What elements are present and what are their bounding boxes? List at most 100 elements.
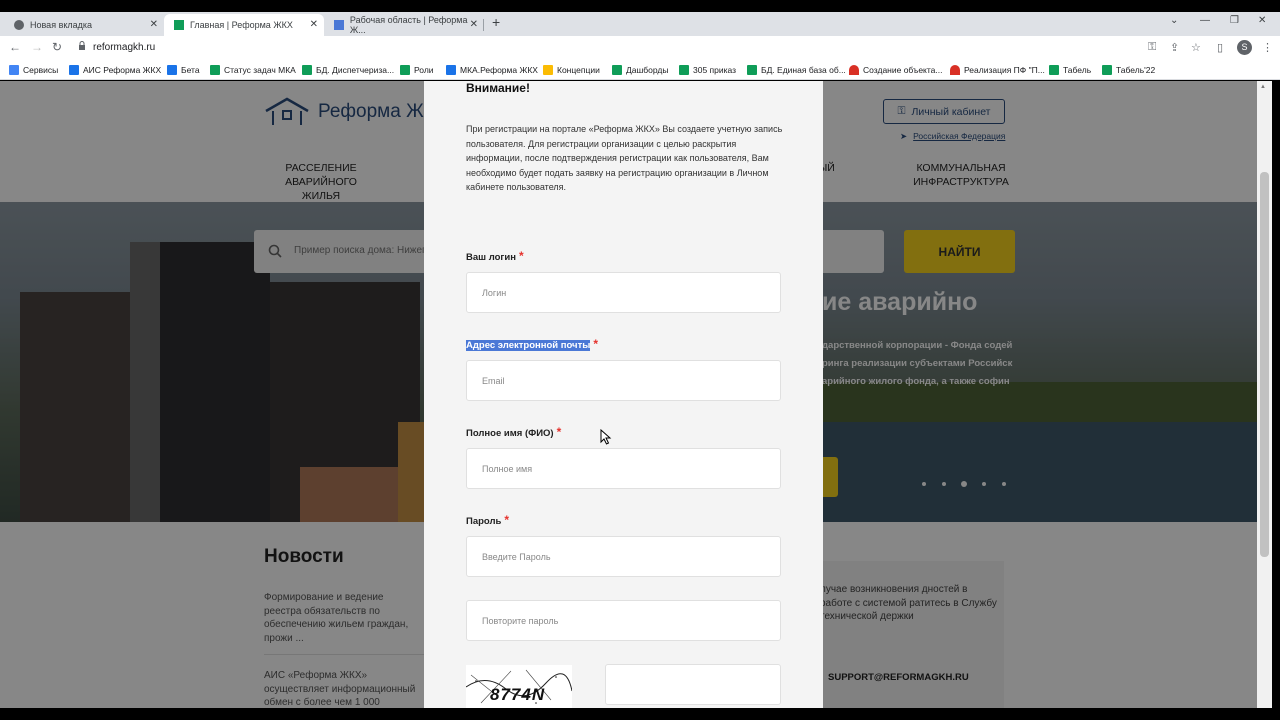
browser-tab-bar: Новая вкладка ✕ Главная | Реформа ЖКХ ✕ …: [0, 12, 1280, 36]
bookmark-item[interactable]: АИС Реформа ЖКХ: [69, 63, 161, 77]
password-label-text: Пароль: [466, 516, 502, 527]
bookmark-label: Создание объекта...: [863, 65, 943, 75]
browser-toolbar: ← → ↻ reformagkh.ru ⚿ ⇪ ☆ ▯ S ⋮: [0, 36, 1280, 60]
sheets-icon: [400, 65, 410, 75]
bookmark-label: БД. Диспетчериза...: [316, 65, 395, 75]
modal-note: При регистрации на портале «Реформа ЖКХ»…: [466, 124, 783, 192]
registration-modal: Внимание! При регистрации на портале «Ре…: [424, 81, 823, 708]
bookmark-label: Бета: [181, 65, 200, 75]
sheets-icon: [1049, 65, 1059, 75]
fullname-field[interactable]: Полное имя: [466, 448, 781, 489]
forward-icon[interactable]: →: [31, 40, 43, 54]
bookmark-item[interactable]: Сервисы: [9, 63, 58, 77]
avatar[interactable]: S: [1237, 40, 1252, 55]
bookmark-label: Дашборды: [626, 65, 669, 75]
bookmark-item[interactable]: Табель: [1049, 63, 1091, 77]
arc-icon: [950, 65, 960, 75]
bookmark-label: Концепции: [557, 65, 600, 75]
scrollbar-thumb[interactable]: [1260, 172, 1269, 557]
email-label-text: Адрес электронной почты: [466, 340, 591, 351]
tab-new[interactable]: Новая вкладка ✕: [4, 14, 164, 36]
bookmarks-bar: Сервисы АИС Реформа ЖКХ Бета Статус зада…: [0, 60, 1280, 80]
bookmark-label: 305 приказ: [693, 65, 737, 75]
password-placeholder: Введите Пароль: [482, 551, 551, 562]
sidepanel-icon[interactable]: ▯: [1217, 41, 1223, 54]
tab-workspace[interactable]: Рабочая область | Реформа Ж... ✕: [324, 14, 484, 36]
grid-icon: [334, 20, 344, 30]
required-mark: *: [556, 425, 562, 439]
grid-icon: [446, 65, 456, 75]
bookmark-label: Роли: [414, 65, 434, 75]
bookmark-label: Статус задач МКА: [224, 65, 296, 75]
bookmark-label: Сервисы: [23, 65, 59, 75]
email-placeholder: Email: [482, 375, 505, 386]
apps-grid-icon: [9, 65, 19, 75]
bookmark-item[interactable]: Реализация ПФ "П...: [950, 63, 1045, 77]
fullname-label-text: Полное имя (ФИО): [466, 428, 554, 439]
close-icon[interactable]: ✕: [310, 19, 318, 30]
sheets-icon: [747, 65, 757, 75]
bookmark-item[interactable]: Бета: [167, 63, 200, 77]
bookmark-item[interactable]: Табель'22: [1102, 63, 1155, 77]
bookmark-item[interactable]: Дашборды: [612, 63, 669, 77]
reload-icon[interactable]: ↻: [52, 40, 62, 54]
bookmark-item[interactable]: Создание объекта...: [849, 63, 942, 77]
login-label-text: Ваш логин: [466, 252, 516, 263]
password-field[interactable]: Введите Пароль: [466, 536, 781, 577]
captcha-image: 8774N: [466, 665, 572, 708]
address-bar[interactable]: reformagkh.ru: [93, 42, 155, 53]
tab-label: Новая вкладка: [30, 20, 93, 30]
fullname-label: Полное имя (ФИО) *: [466, 425, 561, 439]
screen: Новая вкладка ✕ Главная | Реформа ЖКХ ✕ …: [0, 0, 1280, 720]
bookmark-item[interactable]: Роли: [400, 63, 434, 77]
bookmark-item[interactable]: Статус задач МКА: [210, 63, 296, 77]
minimize-icon[interactable]: —: [1200, 15, 1210, 26]
bookmark-item[interactable]: МКА.Реформа ЖКХ: [446, 63, 538, 77]
bookmark-label: БД. Единая база об...: [761, 65, 846, 75]
sheets-icon: [1102, 65, 1112, 75]
arc-icon: [849, 65, 859, 75]
login-placeholder: Логин: [482, 287, 507, 298]
back-icon[interactable]: ←: [9, 40, 21, 54]
sheets-icon: [210, 65, 220, 75]
email-label: Адрес электронной почты *: [466, 337, 598, 351]
captcha-input[interactable]: [605, 664, 781, 705]
sheets-icon: [302, 65, 312, 75]
close-icon[interactable]: ✕: [150, 19, 158, 30]
key-icon[interactable]: ⚿: [1148, 41, 1156, 54]
email-field[interactable]: Email: [466, 360, 781, 401]
bookmark-label: АИС Реформа ЖКХ: [83, 65, 162, 75]
share-icon[interactable]: ⇪: [1170, 41, 1179, 54]
drive-icon: [543, 65, 553, 75]
password-repeat-field[interactable]: Повторите пароль: [466, 600, 781, 641]
tab-label: Рабочая область | Реформа Ж...: [349, 15, 468, 35]
bookmark-item[interactable]: БД. Диспетчериза...: [302, 63, 394, 77]
star-icon[interactable]: ☆: [1191, 41, 1201, 54]
grid-icon: [69, 65, 79, 75]
restore-icon[interactable]: ❐: [1230, 15, 1239, 26]
fullname-placeholder: Полное имя: [482, 463, 533, 474]
password-label: Пароль *: [466, 513, 509, 527]
bookmark-label: МКА.Реформа ЖКХ: [460, 65, 538, 75]
tab-separator: [483, 19, 484, 31]
scroll-up-icon[interactable]: ▲: [1260, 84, 1266, 90]
new-tab-icon[interactable]: +: [492, 14, 500, 30]
password-repeat-placeholder: Повторите пароль: [482, 615, 559, 626]
close-icon[interactable]: ✕: [470, 19, 478, 30]
menu-dots-icon[interactable]: ⋮: [1262, 41, 1273, 54]
login-field[interactable]: Логин: [466, 272, 781, 313]
lock-icon: [79, 41, 85, 50]
bookmark-item[interactable]: БД. Единая база об...: [747, 63, 846, 77]
tab-label: Главная | Реформа ЖКХ: [190, 20, 293, 30]
required-mark: *: [518, 249, 524, 263]
chrome-icon: [14, 20, 24, 30]
sheets-icon: [679, 65, 689, 75]
window-close-icon[interactable]: ✕: [1258, 15, 1266, 26]
web-page: Реформа ЖКХ Расселение аварийного жилья …: [0, 81, 1257, 708]
tab-main[interactable]: Главная | Реформа ЖКХ ✕: [164, 14, 324, 36]
required-mark: *: [504, 513, 510, 527]
bookmark-item[interactable]: 305 приказ: [679, 63, 736, 77]
mouse-cursor-icon: [600, 429, 612, 445]
bookmark-item[interactable]: Концепции: [543, 63, 600, 77]
chevron-down-icon[interactable]: ⌄: [1170, 15, 1178, 26]
